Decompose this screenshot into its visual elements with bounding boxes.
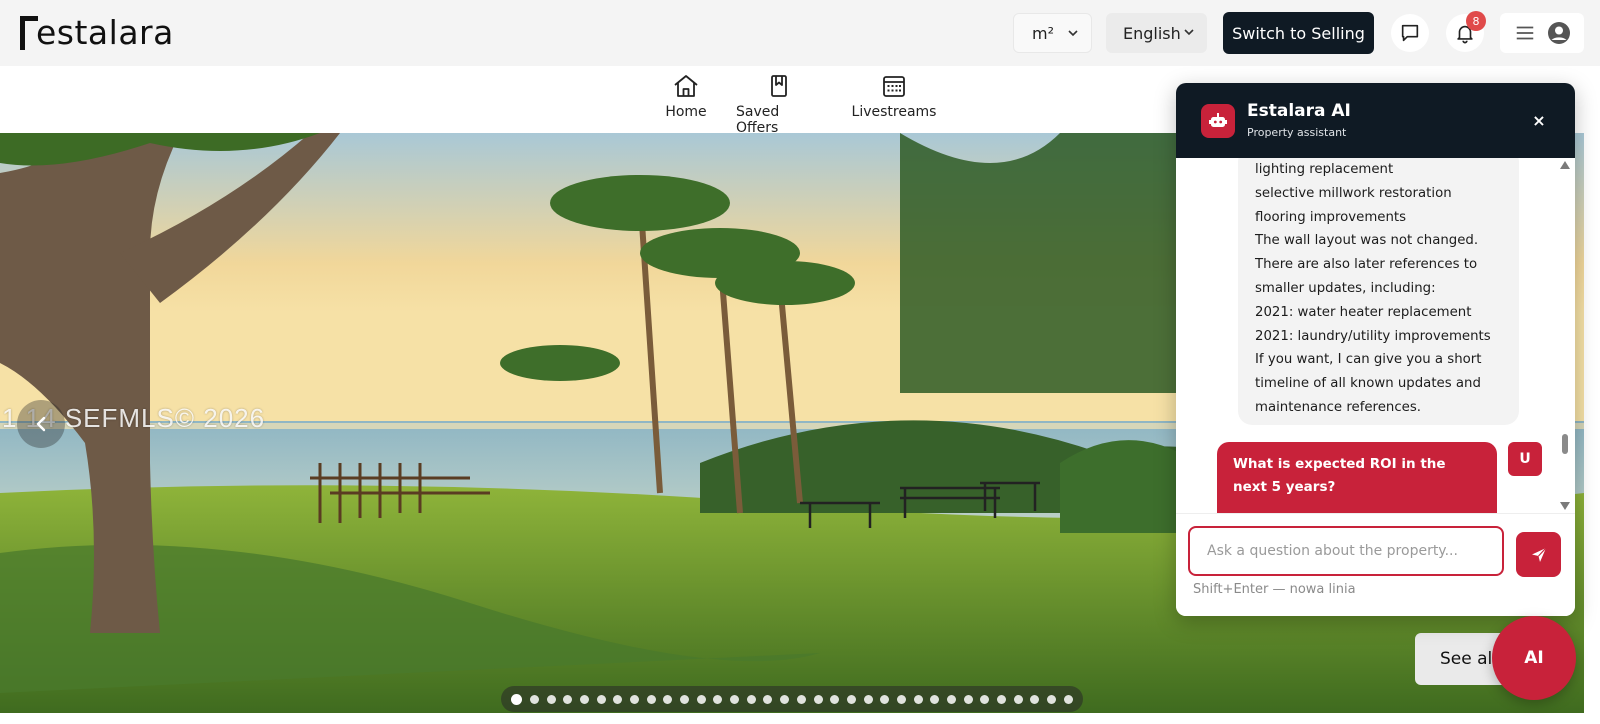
carousel-dot[interactable] xyxy=(563,694,573,704)
carousel-dot[interactable] xyxy=(546,694,556,704)
carousel-dot[interactable] xyxy=(846,694,856,704)
bot-message-line: maintenance references. xyxy=(1255,399,1421,415)
user-avatar: U xyxy=(1508,442,1542,476)
ai-assistant-button[interactable]: AI xyxy=(1492,616,1576,700)
ai-chat-panel: Estalara AI Property assistant × lightin… xyxy=(1176,83,1575,616)
bot-avatar xyxy=(1201,104,1235,138)
carousel-dot[interactable] xyxy=(1063,694,1073,704)
carousel-dot[interactable] xyxy=(746,694,756,704)
carousel-dot[interactable] xyxy=(511,693,523,705)
carousel-dot[interactable] xyxy=(646,694,656,704)
messages-button[interactable] xyxy=(1391,14,1429,52)
nav-item-saved-offers[interactable]: Saved Offers xyxy=(736,74,822,136)
chevron-down-icon xyxy=(1184,29,1194,36)
chat-header: Estalara AI Property assistant × xyxy=(1176,83,1575,158)
nav-item-label: Saved Offers xyxy=(736,104,780,136)
bot-message-line: lighting replacement xyxy=(1255,162,1394,177)
language-select-value: English xyxy=(1123,23,1181,43)
carousel-dot[interactable] xyxy=(997,694,1007,704)
carousel-dot[interactable] xyxy=(830,694,840,704)
composer-hint: Shift+Enter — nowa linia xyxy=(1193,582,1356,597)
previous-photo-button[interactable] xyxy=(17,400,65,448)
carousel-dot[interactable] xyxy=(663,694,673,704)
carousel-dot[interactable] xyxy=(713,694,723,704)
send-icon xyxy=(1531,547,1546,562)
send-button[interactable] xyxy=(1516,532,1561,577)
carousel-dot[interactable] xyxy=(863,694,873,704)
bot-message-line: smaller updates, including: xyxy=(1255,280,1436,296)
carousel-dot[interactable] xyxy=(730,694,740,704)
bot-message-line: If you want, I can give you a short xyxy=(1255,352,1482,368)
bot-message-line: selective millwork restoration xyxy=(1255,185,1452,201)
bot-message-line: flooring improvements xyxy=(1255,209,1407,225)
switch-to-selling-button[interactable]: Switch to Selling xyxy=(1223,12,1374,54)
user-menu-button[interactable] xyxy=(1500,13,1584,53)
carousel-dot[interactable] xyxy=(813,694,823,704)
nav-item-livestreams[interactable]: Livestreams xyxy=(851,74,937,120)
carousel-dot[interactable] xyxy=(1030,694,1040,704)
carousel-dot[interactable] xyxy=(963,694,973,704)
carousel-dot[interactable] xyxy=(680,694,690,704)
chat-subtitle: Property assistant xyxy=(1247,126,1347,139)
bookmark-icon xyxy=(771,75,787,97)
bot-message-line: The wall layout was not changed. xyxy=(1255,233,1479,249)
close-icon[interactable]: × xyxy=(1529,110,1549,130)
notification-count-badge: 8 xyxy=(1466,11,1486,31)
user-avatar-icon xyxy=(1547,22,1570,44)
scroll-up-arrow[interactable] xyxy=(1560,161,1570,169)
chevron-down-icon xyxy=(1068,30,1078,37)
hamburger-menu-icon xyxy=(1516,26,1533,40)
brand-logo[interactable]: estalara xyxy=(20,12,174,52)
carousel-dot[interactable] xyxy=(947,694,957,704)
carousel-dot[interactable] xyxy=(529,694,539,704)
language-select[interactable]: English xyxy=(1106,13,1207,53)
brand-name: estalara xyxy=(36,12,174,52)
carousel-dot[interactable] xyxy=(880,694,890,704)
carousel-dot[interactable] xyxy=(796,694,806,704)
carousel-dot[interactable] xyxy=(613,694,623,704)
user-message: What is expected ROI in the next 5 years… xyxy=(1217,442,1497,513)
carousel-dot[interactable] xyxy=(696,694,706,704)
carousel-dot[interactable] xyxy=(780,694,790,704)
bot-message-line: 2021: water heater replacement xyxy=(1255,304,1472,320)
nav-item-label: Home xyxy=(665,104,707,120)
bot-message-line: timeline of all known updates and xyxy=(1255,376,1481,392)
nav-item-home[interactable]: Home xyxy=(665,74,707,120)
robot-icon xyxy=(1209,113,1227,127)
carousel-dot[interactable] xyxy=(1047,694,1057,704)
chat-messages[interactable]: lighting replacement selective millwork … xyxy=(1176,158,1575,513)
chevron-left-icon xyxy=(36,416,46,432)
carousel-dots xyxy=(501,686,1083,712)
bot-message: lighting replacement selective millwork … xyxy=(1238,158,1519,425)
nav-item-label: Livestreams xyxy=(851,104,937,120)
bot-message-line: 2021: laundry/utility improvements xyxy=(1255,328,1491,344)
carousel-dot[interactable] xyxy=(1013,694,1023,704)
unit-select[interactable]: m² xyxy=(1013,13,1092,53)
carousel-dot[interactable] xyxy=(629,694,639,704)
chat-title: Estalara AI xyxy=(1247,101,1351,121)
scroll-down-arrow[interactable] xyxy=(1560,502,1570,510)
carousel-dot[interactable] xyxy=(980,694,990,704)
carousel-dot[interactable] xyxy=(896,694,906,704)
home-icon xyxy=(674,75,698,97)
chat-composer: Shift+Enter — nowa linia xyxy=(1176,513,1575,616)
carousel-dot[interactable] xyxy=(763,694,773,704)
carousel-dot[interactable] xyxy=(913,694,923,704)
logo-mark xyxy=(20,14,42,50)
bot-message-line: There are also later references to xyxy=(1255,257,1478,273)
carousel-dot[interactable] xyxy=(930,694,940,704)
carousel-dot[interactable] xyxy=(596,694,606,704)
top-bar: estalara m² English Switch to Selling 8 xyxy=(0,0,1600,66)
scrollbar-thumb[interactable] xyxy=(1562,434,1568,454)
carousel-dot[interactable] xyxy=(579,694,589,704)
chat-input[interactable] xyxy=(1188,526,1504,576)
calendar-icon xyxy=(883,76,905,97)
unit-select-value: m² xyxy=(1032,23,1054,43)
chat-bubble-icon xyxy=(1401,24,1419,42)
